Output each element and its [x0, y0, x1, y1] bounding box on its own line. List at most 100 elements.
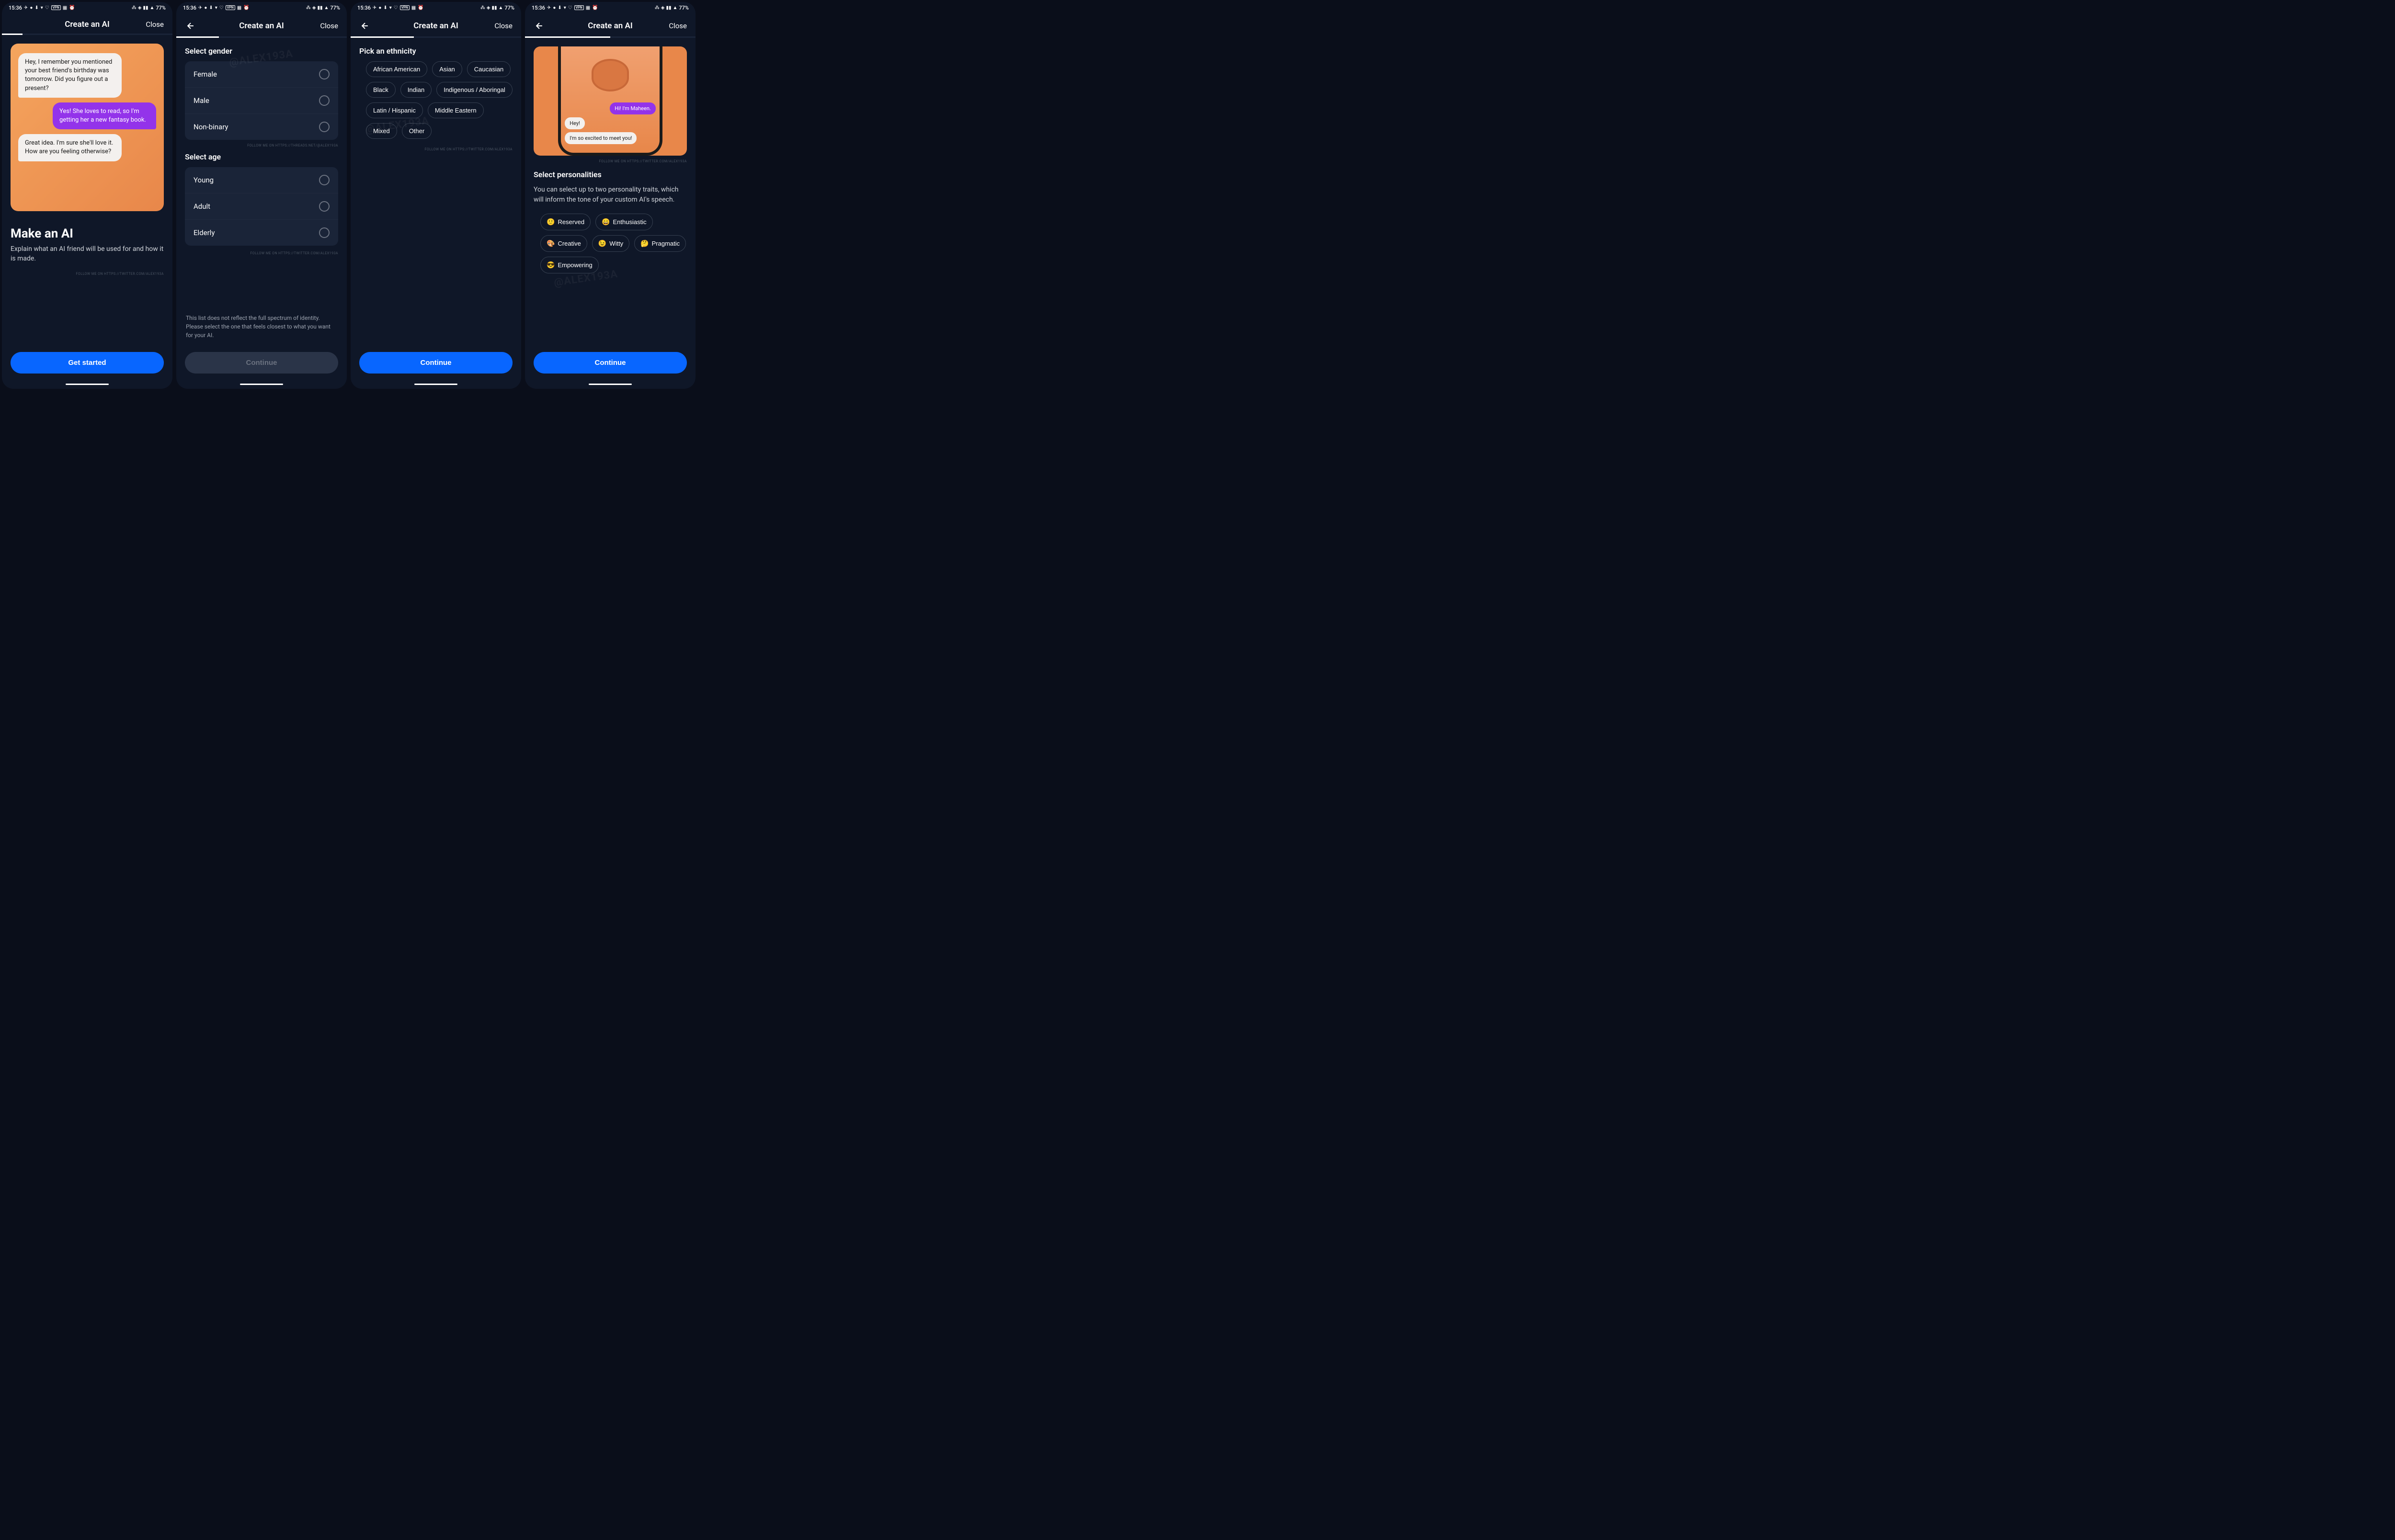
ethnicity-section-title: Pick an ethnicity — [359, 46, 513, 56]
page-title: Create an AI — [588, 21, 633, 31]
signal-icon: ▮▮ — [666, 5, 671, 11]
watermark-url: FOLLOW ME ON HTTPS://TWITTER.COM/ALEX193… — [359, 147, 513, 151]
age-radio-group: Young Adult Elderly — [185, 167, 338, 246]
trait-chip-enthusiastic[interactable]: 😄 Enthusiastic — [595, 214, 653, 230]
age-option-elderly[interactable]: Elderly — [185, 220, 338, 246]
age-option-adult[interactable]: Adult — [185, 193, 338, 220]
section-description: Explain what an AI friend will be used f… — [11, 245, 164, 263]
ethnicity-chip[interactable]: Latin / Hispanic — [366, 102, 423, 118]
nav-bar[interactable] — [525, 382, 696, 386]
continue-button[interactable]: Continue — [534, 352, 687, 374]
bluetooth-icon: ⁂ — [132, 5, 137, 11]
emoji-icon: 😉 — [598, 239, 606, 248]
bluetooth-icon: ⁂ — [655, 5, 660, 11]
heart-icon: ♡ — [45, 5, 49, 11]
radio-label: Elderly — [194, 228, 215, 237]
personality-chips: 🙂 Reserved 😄 Enthusiastic 🎨 Creative 😉 W… — [534, 214, 687, 273]
bluetooth-icon: ⁂ — [306, 5, 311, 11]
trait-label: Witty — [609, 240, 623, 247]
vpn-badge: VPN — [51, 5, 61, 10]
ethnicity-chip[interactable]: Other — [402, 123, 432, 139]
radio-label: Male — [194, 96, 209, 105]
trait-chip-pragmatic[interactable]: 🤔 Pragmatic — [634, 235, 686, 252]
chat-bubble: Hey, I remember you mentioned your best … — [18, 53, 122, 98]
arrow-icon: ▾ — [389, 5, 392, 11]
ethnicity-chip[interactable]: African American — [366, 61, 427, 77]
radio-circle-icon — [319, 175, 330, 185]
pumpkin-illustration — [593, 61, 627, 90]
radio-label: Young — [194, 176, 214, 184]
battery-icon: ▲ — [673, 5, 677, 11]
continue-button[interactable]: Continue — [185, 352, 338, 374]
gender-option-male[interactable]: Male — [185, 88, 338, 114]
signal-icon: ▮▮ — [491, 5, 497, 11]
ethnicity-chip[interactable]: Caucasian — [467, 61, 511, 77]
chat-preview-card: Hey, I remember you mentioned your best … — [11, 44, 164, 211]
telegram-icon: ✈ — [198, 5, 202, 11]
radio-label: Female — [194, 70, 217, 79]
battery-icon: ▲ — [149, 5, 154, 11]
telegram-icon: ✈ — [373, 5, 376, 11]
wifi-icon: ◈ — [661, 5, 665, 11]
gender-option-female[interactable]: Female — [185, 61, 338, 88]
get-started-button[interactable]: Get started — [11, 352, 164, 374]
signal-icon: ▮▮ — [143, 5, 148, 11]
radio-circle-icon — [319, 201, 330, 212]
back-button[interactable] — [534, 20, 545, 32]
watermark-url: FOLLOW ME ON HTTPS://TWITTER.COM/ALEX193… — [185, 251, 338, 255]
nav-bar[interactable] — [176, 382, 347, 386]
close-button[interactable]: Close — [320, 22, 338, 30]
continue-button[interactable]: Continue — [359, 352, 513, 374]
age-option-young[interactable]: Young — [185, 167, 338, 193]
status-bar: 15:36 ✈ ● ⬇ ▾ ♡ VPN ▦ ⏰ ⁂ ◈ ▮▮ ▲ 77% — [351, 2, 521, 13]
nav-bar[interactable] — [2, 382, 172, 386]
download-icon: ⬇ — [383, 5, 387, 11]
ethnicity-chip[interactable]: Indigenous / Aboringal — [436, 82, 513, 98]
watermark-url: FOLLOW ME ON HTTPS://TWITTER.COM/ALEX193… — [534, 159, 687, 163]
header: Create an AI Close — [176, 13, 347, 36]
arrow-icon: ▾ — [41, 5, 43, 11]
wifi-icon: ◈ — [487, 5, 490, 11]
trait-chip-witty[interactable]: 😉 Witty — [592, 235, 629, 252]
close-button[interactable]: Close — [669, 22, 687, 30]
radio-label: Adult — [194, 202, 210, 211]
battery-percent: 77% — [330, 5, 340, 11]
header: Create an AI Close — [351, 13, 521, 36]
gender-option-nonbinary[interactable]: Non-binary — [185, 114, 338, 140]
telegram-icon: ✈ — [547, 5, 551, 11]
trait-label: Enthusiastic — [613, 218, 647, 226]
nfc-icon: ▦ — [63, 5, 67, 11]
close-button[interactable]: Close — [494, 22, 513, 30]
ethnicity-chip[interactable]: Indian — [400, 82, 432, 98]
vpn-badge: VPN — [574, 5, 584, 10]
radio-circle-icon — [319, 69, 330, 79]
nav-bar[interactable] — [351, 382, 521, 386]
radio-circle-icon — [319, 122, 330, 132]
back-button[interactable] — [185, 20, 196, 32]
status-bar: 15:36 ✈ ● ⬇ ▾ ♡ VPN ▦ ⏰ ⁂ ◈ ▮▮ ▲ 77% — [2, 2, 172, 13]
ethnicity-chip[interactable]: Middle Eastern — [428, 102, 484, 118]
back-button[interactable] — [359, 20, 371, 32]
status-time: 15:36 — [9, 5, 22, 11]
nfc-icon: ▦ — [237, 5, 241, 11]
emoji-icon: 🤔 — [640, 239, 649, 248]
trait-chip-creative[interactable]: 🎨 Creative — [540, 235, 587, 252]
status-bar: 15:36 ✈ ● ⬇ ▾ ♡ VPN ▦ ⏰ ⁂ ◈ ▮▮ ▲ 77% — [525, 2, 696, 13]
radio-circle-icon — [319, 95, 330, 106]
ethnicity-chip[interactable]: Mixed — [366, 123, 397, 139]
arrow-icon: ▾ — [564, 5, 566, 11]
chat-bubble: Great idea. I'm sure she'll love it. How… — [18, 134, 122, 161]
close-button[interactable]: Close — [146, 20, 164, 29]
gender-radio-group: Female Male Non-binary — [185, 61, 338, 140]
identity-disclaimer: This list does not reflect the full spec… — [185, 314, 338, 340]
heart-icon: ♡ — [219, 5, 224, 11]
wifi-icon: ◈ — [312, 5, 316, 11]
wifi-icon: ◈ — [138, 5, 142, 11]
status-bar: 15:36 ✈ ● ⬇ ▾ ♡ VPN ▦ ⏰ ⁂ ◈ ▮▮ ▲ 77% — [176, 2, 347, 13]
nfc-icon: ▦ — [586, 5, 590, 11]
trait-chip-empowering[interactable]: 😎 Empowering — [540, 257, 599, 273]
battery-percent: 77% — [156, 5, 166, 11]
ethnicity-chip[interactable]: Asian — [432, 61, 462, 77]
ethnicity-chip[interactable]: Black — [366, 82, 396, 98]
trait-chip-reserved[interactable]: 🙂 Reserved — [540, 214, 591, 230]
